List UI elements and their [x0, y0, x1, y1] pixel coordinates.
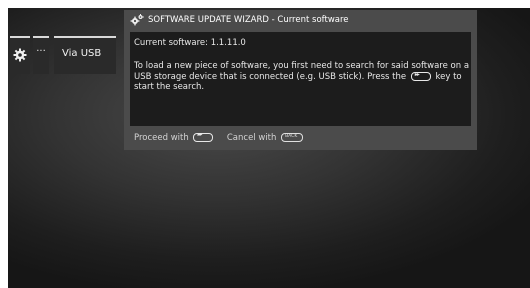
menu-settings-column[interactable]: [10, 36, 30, 74]
current-software-text: Current software: 1.1.11.0: [134, 38, 246, 48]
dialog-content: Current software: 1.1.11.0 To load a new…: [130, 32, 471, 126]
software-update-dialog: SOFTWARE UPDATE WIZARD - Current softwar…: [124, 10, 477, 150]
dialog-header: SOFTWARE UPDATE WIZARD - Current softwar…: [124, 10, 477, 30]
cancel-label: Cancel with: [226, 133, 277, 143]
tv-screen: ··· Via USB SOFTWARE UPDATE WIZARD - Cur…: [8, 8, 530, 288]
menu-item-via-usb[interactable]: Via USB: [54, 36, 116, 74]
more-label: ···: [36, 46, 46, 57]
dialog-title: SOFTWARE UPDATE WIZARD - Current softwar…: [148, 15, 349, 25]
info-text: To load a new piece of software, you fir…: [134, 61, 470, 93]
ok-key-icon: [410, 70, 431, 81]
dialog-footer: Proceed with Cancel with: [134, 131, 304, 143]
back-key-icon[interactable]: [281, 133, 304, 142]
gear-icon: [13, 48, 27, 62]
gears-icon: [130, 14, 144, 26]
proceed-key-icon[interactable]: [193, 131, 214, 142]
proceed-label: Proceed with: [134, 133, 189, 143]
menu-more-column[interactable]: ···: [33, 36, 49, 74]
via-usb-label: Via USB: [62, 48, 102, 59]
